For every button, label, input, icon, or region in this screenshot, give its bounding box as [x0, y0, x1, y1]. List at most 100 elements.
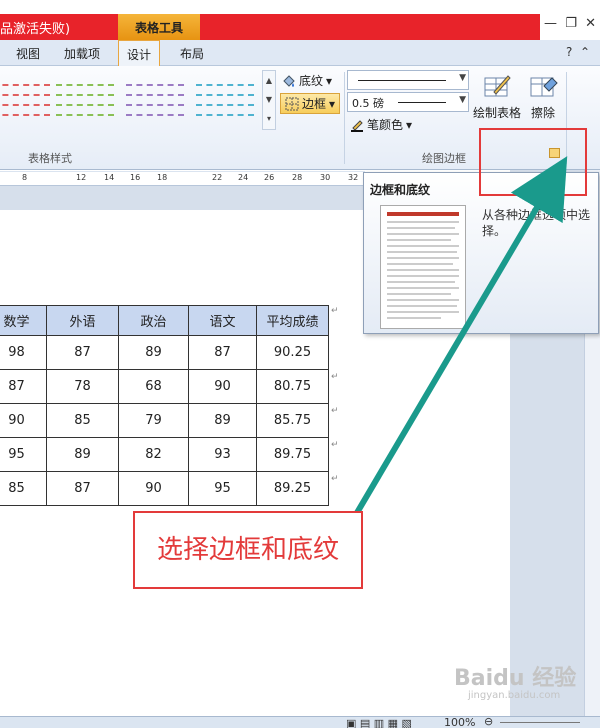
line-weight-dropdown[interactable]: 0.5 磅 ▼ — [347, 92, 469, 112]
table-cell[interactable]: 98 — [0, 335, 47, 370]
tab-view[interactable]: 视图 — [16, 45, 40, 62]
ruler-tick: 14 — [104, 173, 115, 182]
table-style-purple[interactable] — [126, 76, 184, 126]
table-row: 85 87 90 95 89.25 — [0, 471, 329, 506]
table-cell[interactable]: 89 — [46, 437, 119, 472]
tooltip-description: 从各种边框选项中选择。 — [482, 208, 591, 238]
status-bar: ▣ ▤ ▥ ▦ ▧ 100% ⊖ — [0, 715, 600, 728]
window-title: 品激活失败) — [0, 14, 118, 40]
table-header-row: 数学 外语 政治 语文 平均成绩 — [0, 305, 329, 336]
tab-design[interactable]: 设计 — [118, 40, 161, 66]
table-cell[interactable]: 95 — [0, 437, 47, 472]
table-header-cell[interactable]: 外语 — [46, 305, 119, 336]
gallery-scroll[interactable]: ▲ ▼ ▾ — [262, 70, 276, 130]
table-cell[interactable]: 68 — [118, 369, 189, 404]
table-cell[interactable]: 95 — [188, 471, 257, 506]
shading-label: 底纹 — [299, 74, 324, 88]
end-of-row-mark-icon: ↵ — [331, 372, 339, 382]
tab-layout[interactable]: 布局 — [180, 45, 204, 62]
table-styles-gallery[interactable] — [0, 70, 262, 142]
end-of-row-mark-icon: ↵ — [331, 474, 339, 484]
table-cell[interactable]: 89 — [188, 403, 257, 438]
ruler-tick: 30 — [320, 173, 331, 182]
table-cell[interactable]: 80.75 — [256, 369, 329, 404]
table-cell[interactable]: 89.25 — [256, 471, 329, 506]
scroll-up-icon[interactable]: ▲ — [263, 71, 275, 90]
pen-icon — [350, 118, 364, 132]
table-row: 90 85 79 89 85.75 — [0, 403, 329, 438]
table-cell[interactable]: 87 — [188, 335, 257, 370]
grades-table[interactable]: 数学 外语 政治 语文 平均成绩 98 87 89 87 90.25 87 78… — [0, 305, 329, 506]
draw-table-icon — [482, 72, 512, 100]
table-cell[interactable]: 90 — [0, 403, 47, 438]
close-icon[interactable]: ✕ — [585, 16, 596, 38]
eraser-button[interactable]: 擦除 — [526, 72, 560, 121]
ruler-tick: 18 — [157, 173, 168, 182]
table-cell[interactable]: 87 — [46, 471, 119, 506]
dialog-preview-image — [380, 205, 466, 329]
table-header-cell[interactable]: 数学 — [0, 305, 47, 336]
title-bar: 品激活失败) 表格工具 — ❐ ✕ — [0, 0, 600, 40]
group-separator — [344, 72, 345, 164]
restore-icon[interactable]: ❐ — [565, 16, 577, 38]
draw-table-label: 绘制表格 — [472, 106, 521, 120]
paint-bucket-icon — [282, 74, 296, 88]
table-cell[interactable]: 82 — [118, 437, 189, 472]
border-button[interactable]: 边框 ▾ — [280, 93, 341, 114]
zoom-slider[interactable] — [500, 722, 580, 723]
table-cell[interactable]: 85.75 — [256, 403, 329, 438]
ruler-tick: 24 — [238, 173, 249, 182]
horizontal-ruler: 8 12 14 16 18 22 24 26 28 30 32 — [0, 171, 365, 186]
table-cell[interactable]: 90.25 — [256, 335, 329, 370]
ruler-tick: 12 — [76, 173, 87, 182]
line-style-dropdown[interactable]: ▼ — [347, 70, 469, 90]
zoom-out-icon[interactable]: ⊖ — [484, 715, 493, 728]
table-cell[interactable]: 78 — [46, 369, 119, 404]
ruler-tick: 32 — [348, 173, 359, 182]
end-of-row-mark-icon: ↵ — [331, 406, 339, 416]
ruler-tick: 28 — [292, 173, 303, 182]
pen-color-button[interactable]: 笔颜色 ▾ — [350, 116, 412, 133]
zoom-level[interactable]: 100% — [444, 716, 475, 728]
collapse-ribbon-icon[interactable]: ⌃ — [580, 45, 590, 59]
help-icon[interactable]: ? — [566, 45, 572, 59]
table-cell[interactable]: 90 — [118, 471, 189, 506]
chevron-down-icon: ▾ — [406, 117, 413, 132]
table-cell[interactable]: 85 — [0, 471, 47, 506]
table-style-blue[interactable] — [196, 76, 254, 126]
table-cell[interactable]: 90 — [188, 369, 257, 404]
chevron-down-icon: ▾ — [329, 96, 336, 111]
minimize-icon[interactable]: — — [544, 16, 557, 38]
pen-color-label: 笔颜色 — [367, 118, 404, 132]
table-cell[interactable]: 87 — [46, 335, 119, 370]
table-cell[interactable]: 79 — [118, 403, 189, 438]
table-cell[interactable]: 89 — [118, 335, 189, 370]
tooltip-title: 边框和底纹 — [370, 183, 431, 197]
end-of-row-mark-icon: ↵ — [331, 440, 339, 450]
eraser-label: 擦除 — [530, 106, 555, 120]
table-cell[interactable]: 93 — [188, 437, 257, 472]
eraser-icon — [528, 72, 558, 100]
ruler-tick: 8 — [22, 173, 28, 182]
table-header-cell[interactable]: 政治 — [118, 305, 189, 336]
tab-addins[interactable]: 加载项 — [64, 45, 100, 62]
table-style-red[interactable] — [0, 76, 50, 126]
draw-borders-group-label: 绘图边框 — [422, 152, 466, 165]
draw-table-button[interactable]: 绘制表格 — [471, 72, 523, 121]
scroll-down-icon[interactable]: ▼ — [263, 90, 275, 109]
table-cell[interactable]: 85 — [46, 403, 119, 438]
table-cell[interactable]: 87 — [0, 369, 47, 404]
gallery-more-icon[interactable]: ▾ — [263, 109, 275, 128]
border-label: 边框 — [302, 97, 327, 111]
shading-button[interactable]: 底纹 ▾ — [282, 72, 332, 89]
table-header-cell[interactable]: 语文 — [188, 305, 257, 336]
table-style-green[interactable] — [56, 76, 114, 126]
watermark-url: jingyan.baidu.com — [468, 690, 561, 701]
table-styles-group-label: 表格样式 — [28, 152, 72, 165]
table-row: 95 89 82 93 89.75 — [0, 437, 329, 472]
view-icons[interactable]: ▣ ▤ ▥ ▦ ▧ — [346, 717, 412, 728]
border-grid-icon — [285, 97, 299, 111]
table-header-cell[interactable]: 平均成绩 — [256, 305, 329, 336]
table-cell[interactable]: 89.75 — [256, 437, 329, 472]
ribbon-tabs: 视图 加载项 设计 布局 ⌃ ? — [0, 40, 600, 66]
